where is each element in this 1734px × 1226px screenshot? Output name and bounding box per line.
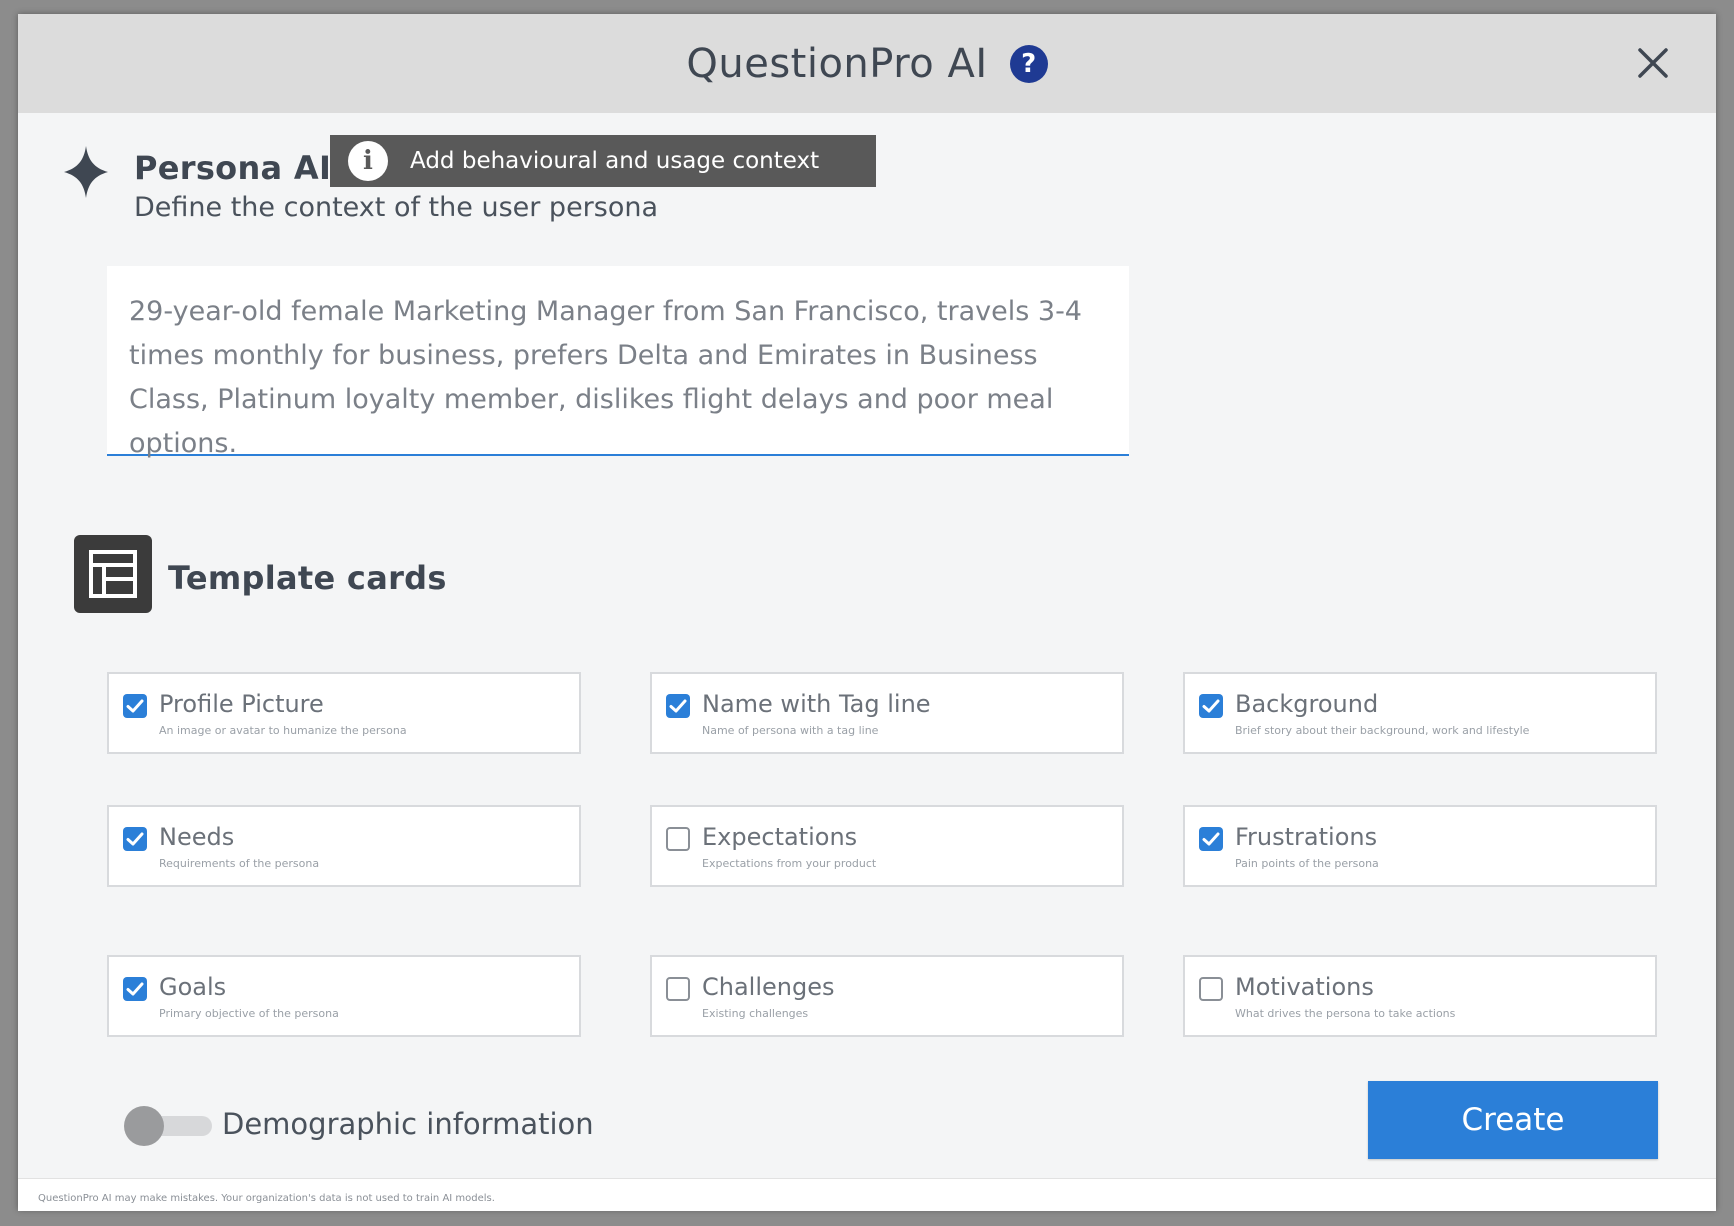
template-card-background[interactable]: Background Brief story about their backgr… xyxy=(1183,672,1657,754)
card-description: Primary objective of the persona xyxy=(159,1007,339,1020)
sparkle-icon xyxy=(64,146,108,198)
checkbox-unchecked[interactable] xyxy=(1199,977,1223,1001)
checkbox-checked[interactable] xyxy=(123,827,147,851)
checkbox-checked[interactable] xyxy=(666,694,690,718)
dialog-footer: QuestionPro AI may make mistakes. Your o… xyxy=(18,1178,1716,1211)
checkbox-unchecked[interactable] xyxy=(666,977,690,1001)
card-description: An image or avatar to humanize the perso… xyxy=(159,724,407,737)
demographic-toggle[interactable] xyxy=(124,1106,214,1146)
help-icon[interactable]: ? xyxy=(1009,44,1048,83)
card-description: What drives the persona to take actions xyxy=(1235,1007,1456,1020)
card-label: Expectations xyxy=(702,823,858,851)
template-card-needs[interactable]: Needs Requirements of the persona xyxy=(107,805,581,887)
persona-context-textarea[interactable]: 29-year-old female Marketing Manager fro… xyxy=(107,266,1129,459)
checkbox-checked[interactable] xyxy=(1199,694,1223,718)
persona-ai-subtitle: Define the context of the user persona xyxy=(134,192,659,223)
ai-disclaimer: QuestionPro AI may make mistakes. Your o… xyxy=(38,1193,495,1204)
toggle-knob xyxy=(124,1106,164,1146)
checkmark-icon xyxy=(126,699,144,713)
persona-context-text: 29-year-old female Marketing Manager fro… xyxy=(129,296,1082,459)
template-card-challenges[interactable]: Challenges Existing challenges xyxy=(650,955,1124,1037)
template-card-name-with-tag-line[interactable]: Name with Tag line Name of persona with a… xyxy=(650,672,1124,754)
questionpro-ai-dialog: QuestionPro AI ? Persona AI Define the c… xyxy=(18,14,1716,1211)
card-description: Pain points of the persona xyxy=(1235,857,1379,870)
persona-ai-title: Persona AI xyxy=(134,149,332,187)
dialog-header: QuestionPro AI ? xyxy=(18,14,1716,113)
checkmark-icon xyxy=(126,832,144,846)
card-label: Challenges xyxy=(702,973,835,1001)
checkmark-icon xyxy=(126,982,144,996)
checkbox-unchecked[interactable] xyxy=(666,827,690,851)
checkmark-icon xyxy=(1202,832,1220,846)
create-button[interactable]: Create xyxy=(1368,1081,1658,1159)
header-title-group: QuestionPro AI ? xyxy=(18,14,1716,113)
close-icon[interactable] xyxy=(1632,42,1674,84)
card-description: Requirements of the persona xyxy=(159,857,320,870)
template-card-expectations[interactable]: Expectations Expectations from your produ… xyxy=(650,805,1124,887)
context-hint-tooltip: i Add behavioural and usage context xyxy=(330,135,876,187)
template-layout-icon xyxy=(74,535,152,613)
template-cards-title: Template cards xyxy=(168,559,447,597)
template-card-profile-picture[interactable]: Profile Picture An image or avatar to hum… xyxy=(107,672,581,754)
dialog-title: QuestionPro AI xyxy=(686,40,988,87)
template-card-goals[interactable]: Goals Primary objective of the persona xyxy=(107,955,581,1037)
card-label: Frustrations xyxy=(1235,823,1378,851)
demographic-toggle-label: Demographic information xyxy=(222,1107,594,1141)
card-label: Goals xyxy=(159,973,227,1001)
card-label: Profile Picture xyxy=(159,690,324,718)
checkmark-icon xyxy=(1202,699,1220,713)
card-label: Name with Tag line xyxy=(702,690,931,718)
card-label: Background xyxy=(1235,690,1379,718)
checkmark-icon xyxy=(669,699,687,713)
card-label: Needs xyxy=(159,823,235,851)
card-description: Existing challenges xyxy=(702,1007,809,1020)
template-card-frustrations[interactable]: Frustrations Pain points of the persona xyxy=(1183,805,1657,887)
tooltip-text: Add behavioural and usage context xyxy=(410,148,820,174)
info-icon: i xyxy=(348,141,388,181)
card-label: Motivations xyxy=(1235,973,1374,1001)
card-description: Expectations from your product xyxy=(702,857,877,870)
checkbox-checked[interactable] xyxy=(1199,827,1223,851)
checkbox-checked[interactable] xyxy=(123,977,147,1001)
card-description: Brief story about their background, work… xyxy=(1235,724,1530,737)
template-card-motivations[interactable]: Motivations What drives the persona to ta… xyxy=(1183,955,1657,1037)
card-description: Name of persona with a tag line xyxy=(702,724,879,737)
checkbox-checked[interactable] xyxy=(123,694,147,718)
